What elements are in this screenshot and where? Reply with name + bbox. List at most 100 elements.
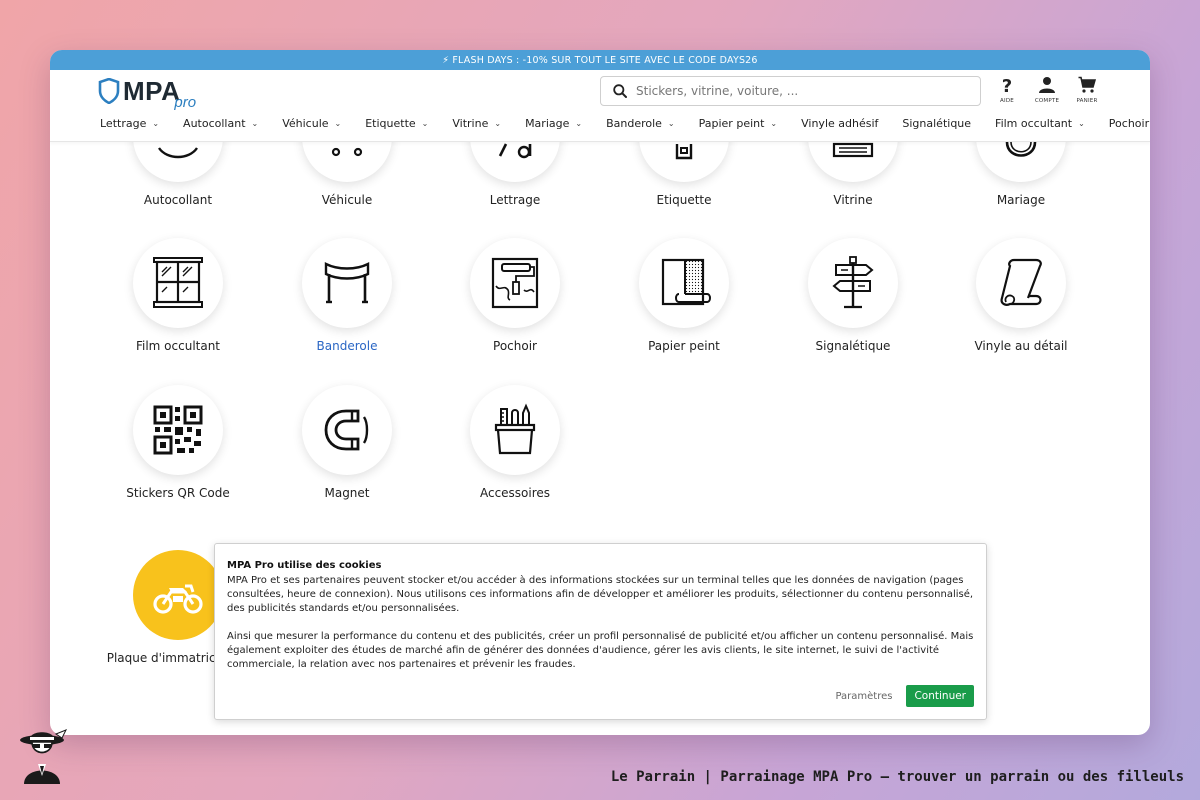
category-circle [639, 238, 729, 328]
svg-text:?: ? [1002, 76, 1012, 94]
site-header: MPA pro ? AIDE COMPTE [50, 70, 1150, 142]
category-vinyle-au-detail[interactable]: Vinyle au détail [941, 238, 1101, 354]
nav-item-film-occultant[interactable]: Film occultant ⌄ [995, 117, 1085, 130]
category-banderole[interactable]: Banderole [267, 238, 427, 354]
category-label: Stickers QR Code [126, 486, 230, 500]
nav-item-label: Vitrine [452, 117, 489, 130]
category-label: Signalétique [815, 339, 891, 353]
category-etiquette[interactable]: Etiquette [604, 142, 764, 208]
account-button[interactable]: COMPTE [1027, 76, 1067, 104]
cookie-continue-button[interactable]: Continuer [906, 685, 974, 707]
chevron-down-icon: ⌄ [421, 119, 429, 128]
category-label: Pochoir [493, 339, 537, 353]
tool-pot-icon [494, 403, 536, 455]
category-pochoir[interactable]: Pochoir [435, 238, 595, 354]
category-vitrine[interactable]: Vitrine [773, 142, 933, 208]
chevron-down-icon: ⌄ [1078, 119, 1085, 128]
category-label: Vitrine [833, 193, 873, 207]
page-caption: Le Parrain | Parrainage MPA Pro — trouve… [610, 769, 1184, 785]
qr-code-icon [153, 405, 203, 455]
nav-item-vehicule[interactable]: Véhicule ⌄ [282, 117, 341, 130]
shopfront-icon [832, 142, 874, 158]
category-label: Banderole [316, 339, 378, 353]
cart-label: PANIER [1076, 98, 1098, 104]
magnet-icon [324, 409, 369, 451]
cart-button[interactable]: PANIER [1067, 76, 1107, 104]
category-magnet[interactable]: Magnet [267, 385, 427, 501]
chevron-down-icon: ⌄ [334, 119, 342, 128]
search-icon [613, 84, 627, 98]
account-label: COMPTE [1034, 98, 1060, 104]
category-circle [133, 550, 223, 640]
main-nav: Lettrage ⌄ Autocollant ⌄ Véhicule ⌄ Etiquet… [100, 117, 1149, 130]
category-mariage[interactable]: Mariage [941, 142, 1101, 208]
category-vehicule[interactable]: Véhicule [267, 142, 427, 208]
category-accessoires[interactable]: Accessoires [435, 385, 595, 501]
category-signaletique[interactable]: Signalétique [773, 238, 933, 354]
category-circle [976, 238, 1066, 328]
letters-icon [498, 143, 532, 159]
logo-brand: MPA [123, 76, 181, 106]
flash-banner[interactable]: ⚡ FLASH DAYS : -10% SUR TOUT LE SITE AVE… [50, 50, 1150, 70]
category-papier-peint[interactable]: Papier peint [604, 238, 764, 354]
category-film-occultant[interactable]: Film occultant [98, 238, 258, 354]
nav-item-label: Papier peint [698, 117, 765, 130]
category-label: Accessoires [479, 486, 551, 500]
nav-item-label: Lettrage [100, 117, 147, 130]
window-film-icon [153, 257, 203, 308]
ring-icon [1005, 142, 1037, 157]
godfather-mascot-icon [20, 729, 68, 784]
cart-icon [1078, 76, 1096, 93]
nav-item-label: Signalétique [902, 117, 972, 130]
logo-suffix: pro [174, 94, 197, 111]
cookie-dialog: MPA Pro utilise des cookies MPA Pro et s… [214, 543, 987, 720]
category-label: Vinyle au détail [974, 339, 1068, 353]
category-circle [808, 142, 898, 182]
category-circle [639, 142, 729, 182]
nav-item-papier-peint[interactable]: Papier peint ⌄ [699, 117, 778, 130]
chevron-down-icon: ⌄ [770, 119, 778, 128]
nav-item-signaletique[interactable]: Signalétique [902, 117, 971, 130]
nav-item-mariage[interactable]: Mariage ⌄ [525, 117, 582, 130]
search-bar[interactable] [600, 76, 981, 106]
cookie-settings-button[interactable]: Paramètres [835, 691, 892, 702]
cookie-text: MPA Pro et ses partenaires peuvent stock… [227, 574, 974, 672]
header-icons: ? AIDE COMPTE PANIER [987, 76, 1107, 104]
category-circle [133, 238, 223, 328]
chevron-down-icon: ⌄ [494, 119, 502, 128]
help-label: AIDE [1000, 98, 1014, 104]
car-icon [331, 147, 363, 157]
nav-item-autocollant[interactable]: Autocollant ⌄ [183, 117, 258, 130]
nav-item-label: Etiquette [365, 117, 416, 130]
nav-item-label: Pochoir [1108, 117, 1150, 130]
user-icon [1039, 77, 1055, 93]
nav-item-banderole[interactable]: Banderole ⌄ [606, 117, 675, 130]
cookie-actions: Paramètres Continuer [835, 685, 974, 707]
signpost-icon [832, 256, 874, 309]
nav-item-pochoir[interactable]: Pochoir [1109, 117, 1149, 130]
nav-item-lettrage[interactable]: Lettrage ⌄ [100, 117, 159, 130]
shield-logo-icon [98, 78, 120, 104]
category-label: Mariage [996, 193, 1046, 207]
cookie-title: MPA Pro utilise des cookies [227, 560, 382, 571]
nav-item-vitrine[interactable]: Vitrine ⌄ [452, 117, 501, 130]
nav-item-label: Véhicule [282, 117, 329, 130]
nav-item-label: Mariage [525, 117, 570, 130]
sticker-icon [158, 147, 198, 159]
nav-item-etiquette[interactable]: Etiquette ⌄ [365, 117, 428, 130]
nav-item-label: Banderole [606, 117, 662, 130]
logo[interactable]: MPA pro [98, 76, 196, 111]
category-label: Etiquette [656, 193, 712, 207]
category-stickers-qr-code[interactable]: Stickers QR Code [98, 385, 258, 501]
category-lettrage[interactable]: Lettrage [435, 142, 595, 208]
category-circle [470, 142, 560, 182]
nav-item-vinyle-adhesif[interactable]: Vinyle adhésif [801, 117, 878, 130]
category-circle [808, 238, 898, 328]
search-input[interactable] [636, 84, 956, 98]
category-circle [470, 238, 560, 328]
chevron-down-icon: ⌄ [575, 119, 583, 128]
category-label: Lettrage [489, 193, 541, 207]
help-button[interactable]: ? AIDE [987, 76, 1027, 104]
category-label: Autocollant [143, 193, 213, 207]
category-autocollant[interactable]: Autocollant [98, 142, 258, 208]
